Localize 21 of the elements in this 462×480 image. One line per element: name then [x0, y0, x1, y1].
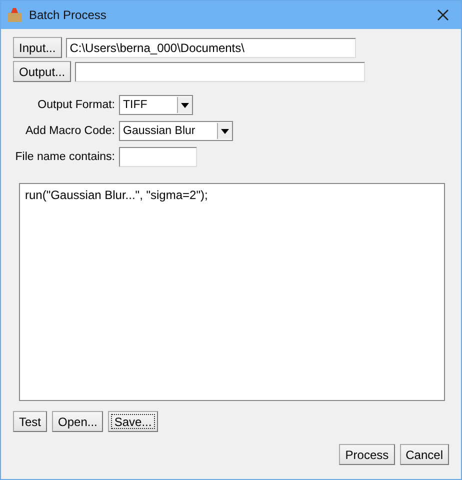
input-path-field[interactable]: C:\Users\berna_000\Documents\: [66, 38, 356, 58]
input-button[interactable]: Input...: [13, 37, 62, 58]
caret-icon: [221, 128, 229, 134]
macro-code-editor[interactable]: run("Gaussian Blur...", "sigma=2");: [19, 183, 445, 401]
macro-button[interactable]: Save...: [108, 411, 158, 432]
app-icon: [7, 7, 23, 23]
dropdown[interactable]: TIFF: [119, 95, 193, 115]
output-button[interactable]: Output...: [13, 61, 72, 82]
option-label: File name contains:: [14, 151, 115, 163]
macro-button[interactable]: Open...: [52, 411, 104, 432]
option-label: Add Macro Code:: [24, 125, 115, 137]
dropdown[interactable]: Gaussian Blur: [119, 121, 233, 141]
output-path-field[interactable]: [75, 62, 366, 82]
macro-button[interactable]: Test: [13, 411, 48, 432]
dialog-button[interactable]: Cancel: [400, 444, 449, 465]
close-icon[interactable]: [437, 9, 449, 21]
caret-icon: [181, 102, 189, 108]
dialog-button[interactable]: Process: [339, 444, 395, 465]
filter-field[interactable]: [119, 147, 197, 167]
window-title: Batch Process: [29, 8, 106, 22]
option-label: Output Format:: [36, 99, 115, 111]
